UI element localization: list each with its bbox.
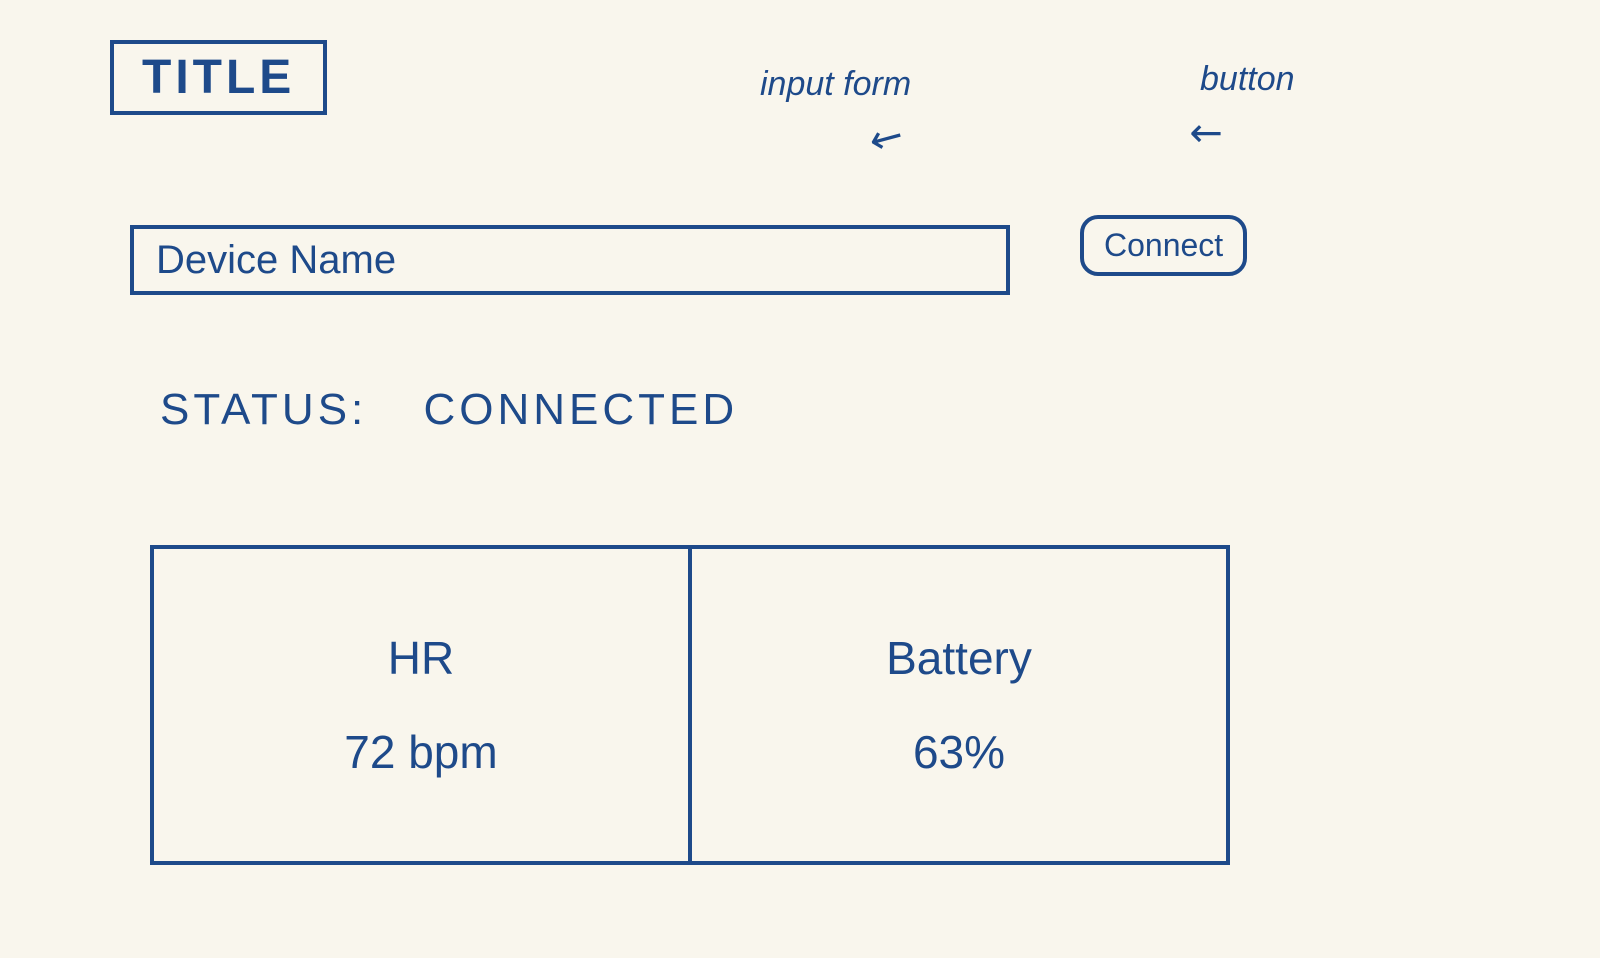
metric-battery: Battery 63% <box>692 549 1226 861</box>
status-value: CONNECTED <box>424 385 739 434</box>
status-label: STATUS: <box>160 385 367 434</box>
arrow-icon: ↙ <box>1179 105 1235 161</box>
metric-battery-value: 63% <box>913 725 1005 779</box>
page-title: TITLE <box>110 40 327 115</box>
metric-hr-value: 72 bpm <box>344 725 497 779</box>
annotation-input-form: input form <box>760 65 911 104</box>
metric-hr: HR 72 bpm <box>154 549 692 861</box>
metric-hr-label: HR <box>388 631 454 685</box>
annotation-button: button <box>1200 60 1295 99</box>
metric-battery-label: Battery <box>886 631 1032 685</box>
connect-button[interactable]: Connect <box>1080 215 1247 276</box>
arrow-icon: ↙ <box>861 110 913 167</box>
device-name-input[interactable] <box>130 225 1010 295</box>
status-line: STATUS: CONNECTED <box>160 385 1500 435</box>
metrics-panel: HR 72 bpm Battery 63% <box>150 545 1230 865</box>
connect-form: Connect <box>130 225 1500 295</box>
